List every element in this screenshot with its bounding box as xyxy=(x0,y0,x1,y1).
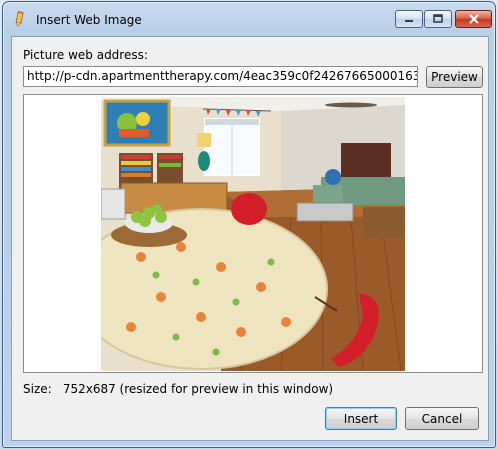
minimize-icon xyxy=(405,20,413,22)
close-icon xyxy=(468,14,479,24)
size-value: 752x687 (resized for preview in this win… xyxy=(62,382,334,396)
insert-web-image-dialog: Insert Web Image Picture web address: ht… xyxy=(2,1,496,448)
size-label: Size: xyxy=(23,382,52,396)
preview-image xyxy=(101,97,405,371)
cancel-button[interactable]: Cancel xyxy=(405,407,479,430)
image-size-info: Size: 752x687 (resized for preview in th… xyxy=(23,382,333,396)
url-label: Picture web address: xyxy=(23,48,148,62)
url-input[interactable]: http://p-cdn.apartmenttherapy.com/4eac35… xyxy=(23,66,418,87)
app-pencil-icon xyxy=(15,11,24,27)
minimize-button[interactable] xyxy=(395,10,423,28)
dialog-content: Picture web address: http://p-cdn.apartm… xyxy=(11,36,489,441)
image-preview-pane xyxy=(23,94,483,373)
insert-button[interactable]: Insert xyxy=(325,407,397,430)
preview-button[interactable]: Preview xyxy=(426,66,483,88)
maximize-button[interactable] xyxy=(424,10,452,28)
maximize-icon xyxy=(433,14,443,23)
title-bar[interactable]: Insert Web Image xyxy=(3,2,495,36)
window-title: Insert Web Image xyxy=(36,13,142,27)
close-button[interactable] xyxy=(455,10,492,28)
